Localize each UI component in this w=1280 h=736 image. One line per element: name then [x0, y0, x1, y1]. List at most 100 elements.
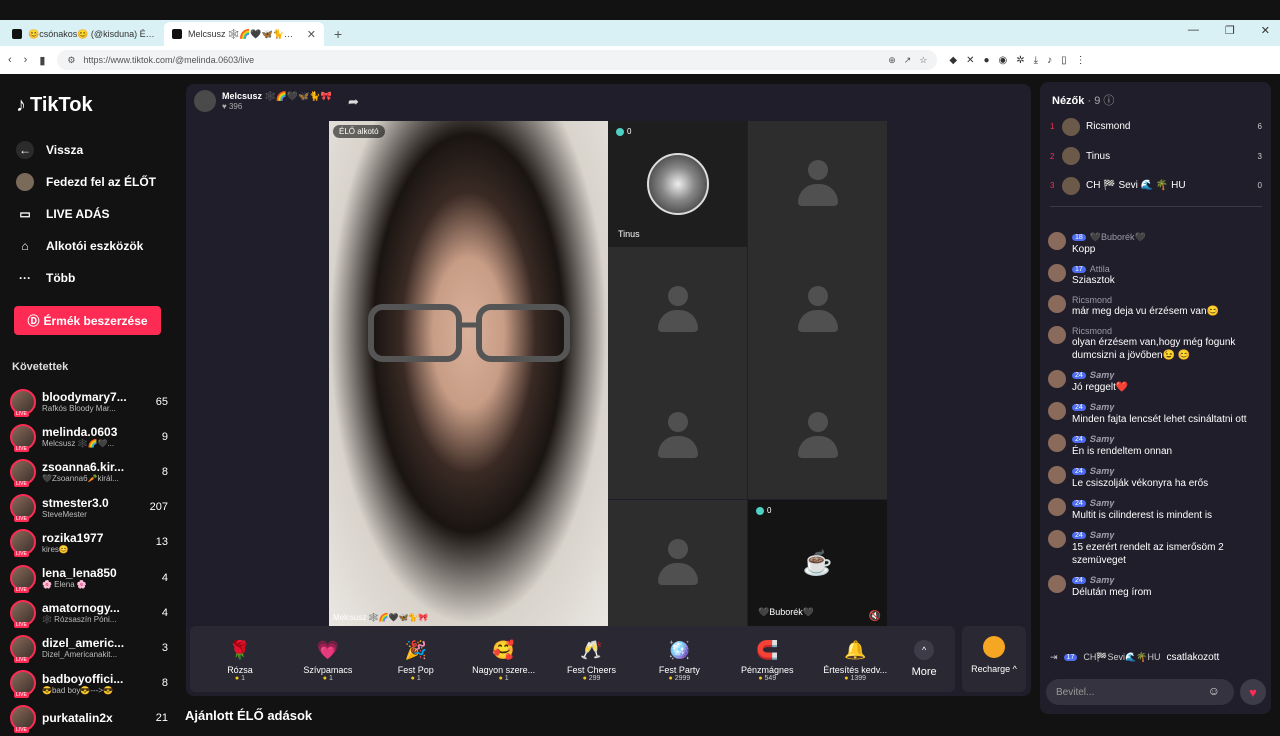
tiktok-logo[interactable]: ♪ TikTok [16, 94, 93, 117]
avatar[interactable] [1048, 295, 1066, 313]
chat-username[interactable]: 𝑺𝒂𝒎𝒚 [1090, 530, 1115, 541]
chat-username[interactable]: 𝑺𝒂𝒎𝒚 [1090, 466, 1115, 477]
music-icon[interactable]: ♪ [1047, 55, 1052, 66]
minimize-icon[interactable]: — [1188, 24, 1199, 37]
recharge-button[interactable]: Recharge ^ [962, 626, 1026, 692]
empty-guest-slot[interactable] [748, 121, 887, 247]
chat-username[interactable]: 𝑺𝒂𝒎𝒚 [1090, 498, 1115, 509]
nav-explore-live[interactable]: Fedezd fel az ÉLŐT [16, 166, 166, 198]
empty-guest-slot[interactable] [608, 373, 747, 499]
avatar[interactable] [1048, 530, 1066, 548]
get-coins-button[interactable]: Ⓓ Érmék beszerzése [14, 306, 161, 335]
chat-username[interactable]: Attila [1090, 264, 1110, 274]
avatar[interactable] [1048, 264, 1066, 282]
site-settings-icon[interactable]: ⚙ [67, 55, 75, 66]
empty-guest-slot[interactable] [748, 373, 887, 499]
nav-creator-tools[interactable]: ⌂ Alkotói eszközök [16, 230, 166, 262]
avatar[interactable] [1048, 232, 1066, 250]
emoji-icon[interactable]: ☺ [1208, 684, 1220, 698]
avatar[interactable] [1048, 434, 1066, 452]
gift-love[interactable]: 🥰 Nagyon szere...1 [460, 637, 548, 682]
avatar[interactable] [1048, 326, 1066, 344]
gift-notification[interactable]: 🔔 Értesítés kedv...1399 [811, 637, 899, 682]
gift-money-magnet[interactable]: 🧲 Pénzmágnes549 [723, 637, 811, 682]
gift-fest-pop[interactable]: 🎉 Fest Pop1 [372, 637, 460, 682]
gift-heart-puff[interactable]: 💗 Szívpamacs1 [284, 637, 372, 682]
following-item[interactable]: badboyoffici...😎bad boy😎--->😎 8 [10, 666, 168, 701]
following-item[interactable]: bloodymary7...Rafkós Bloody Mar... 65 [10, 384, 168, 419]
url-field[interactable]: ⚙ https://www.tiktok.com/@melinda.0603/l… [57, 50, 938, 70]
chat-username[interactable]: 𝑺𝒂𝒎𝒚 [1090, 402, 1115, 413]
following-item[interactable]: melinda.0603Melcsusz 🕸️🌈🖤... 9 [10, 419, 168, 454]
empty-guest-slot[interactable] [608, 247, 747, 373]
chat-username[interactable]: Ricsmond [1072, 295, 1112, 305]
browser-tab[interactable]: 😊csónakos😊 (@kisduna) ÉLŐ adá [4, 22, 164, 46]
back-icon[interactable]: ‹ [8, 54, 12, 66]
following-item[interactable]: lena_lena850🌸 Elena 🌸 4 [10, 560, 168, 595]
avatar[interactable] [1048, 370, 1066, 388]
viewer-row[interactable]: 1 Ricsmond 6 [1050, 112, 1262, 142]
chat-username[interactable]: 🖤Buborék🖤 [1090, 232, 1146, 243]
chat-message: 24 𝑺𝒂𝒎𝒚 Multit is cilinderest is mindent i… [1048, 498, 1263, 522]
extension-icon[interactable]: ◆ [949, 55, 957, 66]
restore-icon[interactable]: ❐ [1225, 24, 1235, 37]
glasses-shape [368, 304, 570, 362]
guest-slot[interactable]: 0 ☕ 🖤Buborék🖤 🔇 [748, 500, 887, 626]
avatar[interactable] [1048, 402, 1066, 420]
viewer-row[interactable]: 2 Tinus 3 [1050, 142, 1262, 172]
chat-input[interactable] [1046, 679, 1234, 705]
viewer-count: 8 [161, 677, 168, 690]
chat-username[interactable]: Ricsmond [1072, 326, 1112, 336]
gift-fest-cheers[interactable]: 🥂 Fest Cheers299 [548, 637, 636, 682]
following-item[interactable]: zsoanna6.kir...🖤Zsoanna6🥕királ... 8 [10, 454, 168, 489]
new-tab-icon[interactable]: + [324, 26, 352, 46]
host-avatar[interactable] [194, 90, 216, 112]
chat-username[interactable]: 𝑺𝒂𝒎𝒚 [1090, 434, 1115, 445]
guest-slot[interactable]: 0 Tinus [608, 121, 747, 247]
close-tab-icon[interactable]: ✕ [307, 28, 316, 41]
gift-fest-party[interactable]: 🪩 Fest Party2999 [635, 637, 723, 682]
following-item[interactable]: purkatalin2x 21 [10, 701, 168, 736]
browser-tabbar: 😊csónakos😊 (@kisduna) ÉLŐ adá Melcsusz 🕸… [0, 20, 1280, 46]
nav-live-broadcast[interactable]: ▭ LIVE ADÁS [16, 198, 166, 230]
star-icon[interactable]: ☆ [919, 55, 927, 66]
join-user[interactable]: CH🏁Sevi🌊🌴HU [1083, 652, 1160, 663]
gift-rose[interactable]: 🌹 Rózsa1 [196, 637, 284, 682]
extension-icon[interactable]: ● [984, 55, 990, 66]
close-window-icon[interactable]: ✕ [1261, 24, 1270, 37]
more-gifts-button[interactable]: ^ More [899, 640, 949, 678]
extension-icon[interactable]: ✕ [966, 55, 974, 66]
menu-icon[interactable]: ⋮ [1076, 55, 1086, 66]
share-page-icon[interactable]: ↗ [904, 55, 912, 66]
following-item[interactable]: stmester3.0SteveMester 207 [10, 490, 168, 525]
sidebar-icon[interactable]: ▯ [1061, 55, 1067, 66]
avatar[interactable] [1048, 466, 1066, 484]
host-bar[interactable]: Melcsusz 🕸️🌈🖤🦋🐈🎀 ♥ 396 [194, 90, 332, 112]
chat-username[interactable]: 𝑺𝒂𝒎𝒚 [1090, 575, 1115, 586]
download-icon[interactable]: ⤓ [1034, 55, 1038, 66]
share-icon[interactable]: ➦ [348, 94, 359, 110]
nav-back[interactable]: ← Vissza [16, 134, 166, 166]
viewer-row[interactable]: 3 CH 🏁 Sevi 🌊 🌴 HU 0 [1050, 171, 1262, 201]
following-sub: 😎bad boy😎--->😎 [42, 685, 114, 695]
info-icon[interactable]: ⓘ [1103, 95, 1114, 107]
nav-more[interactable]: ··· Több [16, 262, 166, 294]
bookmark-icon[interactable]: ▮ [39, 54, 45, 67]
empty-guest-slot[interactable] [608, 500, 747, 626]
avatar[interactable] [1048, 575, 1066, 593]
extension-icon[interactable]: ◉ [999, 55, 1008, 66]
puzzle-icon[interactable]: ✲ [1016, 55, 1024, 66]
following-item[interactable]: rozika1977kires😊 13 [10, 525, 168, 560]
chat-username[interactable]: 𝑺𝒂𝒎𝒚 [1090, 370, 1115, 381]
viewer-count: 8 [161, 465, 168, 478]
empty-guest-slot[interactable] [748, 247, 887, 373]
avatar[interactable] [1048, 498, 1066, 516]
like-heart-button[interactable]: ♥ [1240, 679, 1266, 705]
join-text: csatlakozott [1166, 652, 1220, 663]
following-item[interactable]: dizel_americ...Dizel_Americanakit... 3 [10, 630, 168, 665]
forward-icon[interactable]: › [24, 54, 28, 66]
zoom-icon[interactable]: ⊕ [888, 55, 896, 66]
browser-tab-active[interactable]: Melcsusz 🕸️🌈🖤🦋🐈🎀 (@ ✕ [164, 22, 324, 46]
following-item[interactable]: amatornogy...🕸️ Rózsaszín Póni... 4 [10, 595, 168, 630]
gift-name: Szívpamacs [303, 664, 353, 675]
